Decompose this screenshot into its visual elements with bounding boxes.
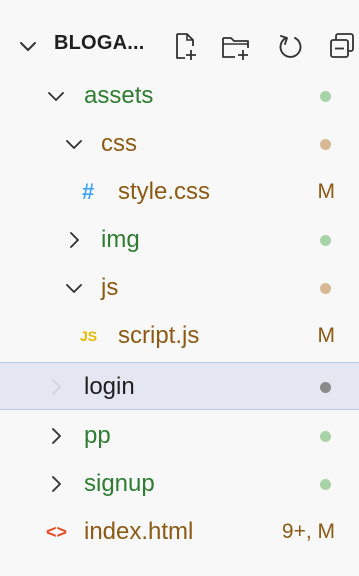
tree-item-img[interactable]: img <box>0 216 359 264</box>
tree-item-label: css <box>101 130 137 157</box>
chevron-right-icon[interactable] <box>46 474 66 494</box>
tree-item-js[interactable]: js <box>0 264 359 312</box>
tree-item-label: pp <box>84 422 111 449</box>
tree-item-label: login <box>84 373 135 400</box>
tree-item-label: style.css <box>118 178 211 205</box>
refresh-icon[interactable] <box>276 30 304 62</box>
collapse-all-icon[interactable] <box>327 30 355 62</box>
explorer-panel: BLOGA... assets css # style.css M img js… <box>0 0 359 576</box>
git-status-badge: M <box>317 180 336 203</box>
tree-item-signup[interactable]: signup <box>0 460 359 508</box>
tree-item-login[interactable]: login <box>0 362 359 410</box>
tree-item-label: assets <box>84 82 154 109</box>
chevron-right-icon[interactable] <box>46 426 66 446</box>
css-file-icon: # <box>82 179 95 204</box>
chevron-down-icon[interactable] <box>18 36 38 56</box>
chevron-down-icon[interactable] <box>64 278 84 298</box>
status-dot <box>320 235 331 246</box>
tree-item-label: script.js <box>118 322 200 349</box>
explorer-actions <box>172 30 359 62</box>
chevron-down-icon[interactable] <box>64 134 84 154</box>
workspace-title[interactable]: BLOGA... <box>54 32 145 55</box>
tree-item-label: index.html <box>84 518 194 545</box>
js-file-icon: JS <box>80 328 98 344</box>
explorer-section-header[interactable]: BLOGA... <box>0 24 359 68</box>
status-dot <box>320 139 331 150</box>
status-dot <box>320 382 331 393</box>
tree-item-css[interactable]: css <box>0 120 359 168</box>
chevron-right-icon[interactable] <box>46 377 66 397</box>
tree-item-label: signup <box>84 470 155 497</box>
tree-item-label: img <box>101 226 140 253</box>
status-dot <box>320 479 331 490</box>
git-status-badge: M <box>317 324 336 347</box>
tree-item-style-css[interactable]: # style.css M <box>0 168 359 216</box>
chevron-down-icon[interactable] <box>46 86 66 106</box>
new-folder-icon[interactable] <box>220 30 249 62</box>
tree-item-assets[interactable]: assets <box>0 72 359 120</box>
new-file-icon[interactable] <box>172 30 200 62</box>
tree-item-index-html[interactable]: <> index.html 9+, M <box>0 508 359 556</box>
tree-item-pp[interactable]: pp <box>0 412 359 460</box>
chevron-right-icon[interactable] <box>64 230 84 250</box>
tree-item-label: js <box>101 274 119 301</box>
html-file-icon: <> <box>46 522 68 542</box>
status-dot <box>320 91 331 102</box>
status-dot <box>320 283 331 294</box>
tree-item-script-js[interactable]: JS script.js M <box>0 312 359 360</box>
status-dot <box>320 431 331 442</box>
git-status-badge: 9+, M <box>281 520 335 543</box>
